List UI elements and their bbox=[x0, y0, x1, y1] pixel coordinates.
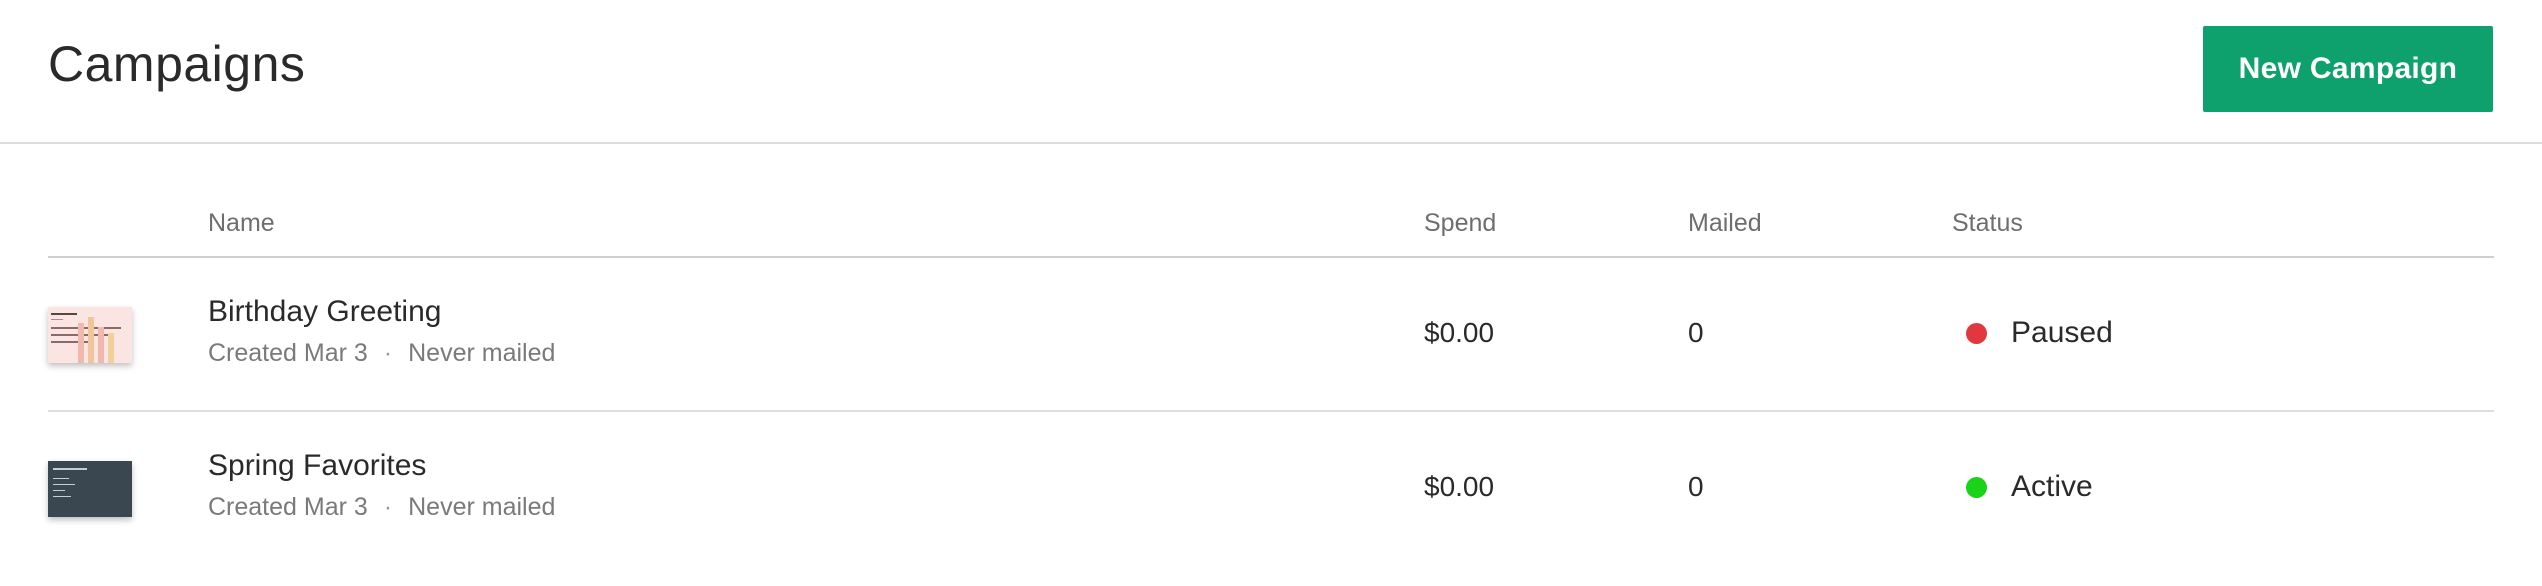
meta-separator: · bbox=[383, 339, 393, 367]
campaign-name[interactable]: Spring Favorites bbox=[208, 448, 426, 484]
postcard-template-thumbnail[interactable] bbox=[48, 461, 132, 517]
campaign-name[interactable]: Birthday Greeting bbox=[208, 294, 441, 330]
status-dot-icon bbox=[1966, 323, 1987, 344]
status-label: Paused bbox=[2011, 316, 2113, 349]
campaigns-table: Name Spend Mailed Status Birthday Greeti… bbox=[48, 144, 2494, 566]
column-header-spend[interactable]: Spend bbox=[1424, 208, 1496, 238]
created-date: Created Mar 3 bbox=[208, 493, 368, 521]
mailed-info: Never mailed bbox=[408, 493, 556, 521]
birthday-card-thumbnail[interactable] bbox=[48, 307, 132, 363]
new-campaign-button[interactable]: New Campaign bbox=[2203, 26, 2493, 112]
table-row[interactable]: Birthday Greeting Created Mar 3 · Never ma… bbox=[48, 258, 2494, 412]
status-dot-icon bbox=[1966, 477, 1987, 498]
spend-value: $0.00 bbox=[1424, 317, 1495, 348]
column-header-mailed[interactable]: Mailed bbox=[1688, 208, 1762, 238]
page-header: Campaigns New Campaign bbox=[0, 0, 2542, 144]
mailed-value: 0 bbox=[1688, 471, 1704, 502]
meta-separator: · bbox=[383, 493, 393, 521]
campaign-meta: Created Mar 3 · Never mailed bbox=[208, 338, 555, 368]
table-row[interactable]: Spring Favorites Created Mar 3 · Never mai… bbox=[48, 412, 2494, 566]
column-header-status[interactable]: Status bbox=[1952, 208, 2023, 238]
page-title: Campaigns bbox=[48, 36, 306, 92]
spend-value: $0.00 bbox=[1424, 471, 1495, 502]
column-header-name[interactable]: Name bbox=[208, 208, 275, 238]
table-header: Name Spend Mailed Status bbox=[48, 144, 2494, 258]
mailed-value: 0 bbox=[1688, 317, 1704, 348]
status-label: Active bbox=[2011, 470, 2093, 503]
campaign-meta: Created Mar 3 · Never mailed bbox=[208, 492, 555, 522]
created-date: Created Mar 3 bbox=[208, 339, 368, 367]
mailed-info: Never mailed bbox=[408, 339, 556, 367]
